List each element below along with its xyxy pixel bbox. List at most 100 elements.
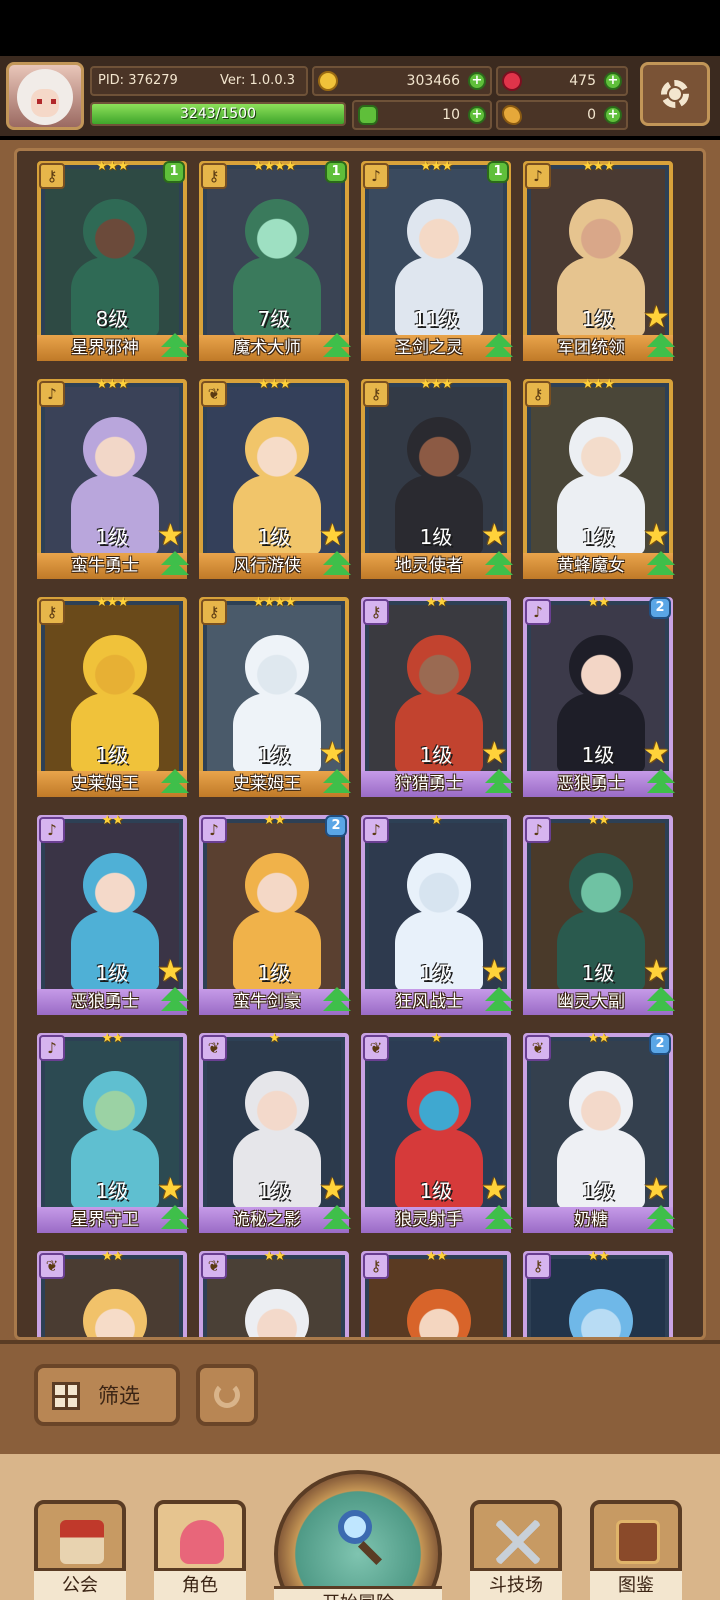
upgrade-arrow-icon[interactable] xyxy=(647,1205,675,1229)
add-bean-button[interactable]: + xyxy=(604,106,622,124)
character-card[interactable]: ⚷ ★★★ 1 8级 星界邪神 xyxy=(37,159,189,361)
character-card[interactable]: ♪ ★ 1级 ★ 狂风战士 xyxy=(361,813,513,1015)
upgrade-arrow-icon[interactable] xyxy=(485,1205,513,1229)
character-name: 蛮牛剑豪 xyxy=(233,992,301,1012)
character-card[interactable]: ❦ ★★ xyxy=(37,1249,187,1337)
nav-guild[interactable]: 公会 xyxy=(34,1500,126,1600)
portrait-head xyxy=(407,1071,471,1135)
character-name: 史莱姆王 xyxy=(233,774,301,794)
character-card[interactable]: ♪ ★★★ 1级 ★ 蛮牛勇士 xyxy=(37,377,189,579)
upgrade-arrow-icon[interactable] xyxy=(323,987,351,1011)
character-level: 1级 xyxy=(95,743,129,767)
bell-icon: ♪ xyxy=(363,163,389,189)
book-icon xyxy=(616,1520,660,1564)
portrait-head xyxy=(569,199,633,263)
portrait-head xyxy=(83,199,147,263)
key-icon: ⚷ xyxy=(363,599,389,625)
character-name: 风行游侠 xyxy=(233,556,301,576)
character-card[interactable]: ♪ ★★ 1级 ★ 星界守卫 xyxy=(37,1031,189,1233)
upgrade-arrow-icon[interactable] xyxy=(323,333,351,357)
rarity-stars: ★ xyxy=(430,813,443,828)
portrait-head xyxy=(407,635,471,699)
upgrade-arrow-icon[interactable] xyxy=(161,551,189,575)
portrait-head xyxy=(83,417,147,481)
add-gem-button[interactable]: + xyxy=(604,72,622,90)
player-avatar[interactable] xyxy=(6,62,84,130)
upgrade-arrow-icon[interactable] xyxy=(647,333,675,357)
character-name: 蛮牛勇士 xyxy=(71,556,139,576)
rarity-stars: ★ xyxy=(268,1031,281,1046)
gold-coin-icon xyxy=(318,71,338,91)
nav-arena-label: 斗技场 xyxy=(470,1568,562,1600)
count-badge: 2 xyxy=(649,1033,671,1055)
upgrade-arrow-icon[interactable] xyxy=(485,987,513,1011)
upgrade-arrow-icon[interactable] xyxy=(161,1205,189,1229)
character-card[interactable]: ♪ ★★★ 1级 ★ 军团统领 xyxy=(523,159,675,361)
character-card[interactable]: ❦ ★★ xyxy=(199,1249,349,1337)
upgrade-arrow-icon[interactable] xyxy=(485,551,513,575)
character-card[interactable]: ♪ ★★ 1级 ★ 幽灵大副 xyxy=(523,813,675,1015)
character-name: 诡秘之影 xyxy=(233,1210,301,1230)
gear-icon-core xyxy=(669,88,681,100)
star-rank-icon: ★ xyxy=(157,518,184,553)
character-card[interactable]: ⚷ ★★★ 1级 ★ 黄蜂魔女 xyxy=(523,377,675,579)
leaf-icon: ❦ xyxy=(525,1035,551,1061)
star-rank-icon: ★ xyxy=(481,736,508,771)
character-card[interactable]: ⚷ ★★ xyxy=(361,1249,511,1337)
key-icon: ⚷ xyxy=(39,599,65,625)
character-card[interactable]: ⚷ ★★★ 1级 史莱姆王 xyxy=(37,595,189,797)
upgrade-arrow-icon[interactable] xyxy=(161,987,189,1011)
character-card[interactable]: ⚷ ★★★★ 1级 ★ 史莱姆王 xyxy=(199,595,351,797)
nav-codex[interactable]: 图鉴 xyxy=(590,1500,682,1600)
character-card[interactable]: ♪ ★★★ 1 11级 圣剑之灵 xyxy=(361,159,513,361)
start-adventure-button[interactable]: 开始冒险 xyxy=(274,1470,442,1600)
character-card[interactable]: ♪ ★★ 2 1级 ★ 恶狼勇士 xyxy=(523,595,675,797)
star-rank-icon: ★ xyxy=(481,954,508,989)
portrait-head xyxy=(245,199,309,263)
card-frame xyxy=(37,597,187,797)
rarity-stars: ★★★ xyxy=(582,159,615,174)
nav-codex-label: 图鉴 xyxy=(590,1568,682,1600)
upgrade-arrow-icon[interactable] xyxy=(323,1205,351,1229)
star-rank-icon: ★ xyxy=(643,954,670,989)
upgrade-arrow-icon[interactable] xyxy=(161,333,189,357)
upgrade-arrow-icon[interactable] xyxy=(323,769,351,793)
character-name: 地灵使者 xyxy=(395,556,463,576)
upgrade-arrow-icon[interactable] xyxy=(647,769,675,793)
portrait-head xyxy=(407,853,471,917)
gold-box: 303466 + xyxy=(312,66,492,96)
nav-arena[interactable]: 斗技场 xyxy=(470,1500,562,1600)
character-card[interactable]: ❦ ★ 1级 ★ 诡秘之影 xyxy=(199,1031,351,1233)
nav-character[interactable]: 角色 xyxy=(154,1500,246,1600)
upgrade-arrow-icon[interactable] xyxy=(161,769,189,793)
upgrade-arrow-icon[interactable] xyxy=(647,551,675,575)
character-card[interactable]: ❦ ★★ 2 1级 ★ 奶糖 xyxy=(523,1031,675,1233)
grid-icon xyxy=(52,1382,80,1410)
character-card[interactable]: ❦ ★ 1级 ★ 狼灵射手 xyxy=(361,1031,513,1233)
character-grid[interactable]: ⚷ ★★★ 1 8级 星界邪神 ⚷ ★★★★ 1 7级 魔术大师 ♪ ★★★ 1 11级 圣剑之灵 ♪ ★★★ 1… xyxy=(14,148,706,1340)
ruby-gem-icon xyxy=(502,71,522,91)
upgrade-arrow-icon[interactable] xyxy=(323,551,351,575)
reset-button[interactable] xyxy=(196,1364,258,1426)
character-card[interactable]: ⚷ ★★ 1级 ★ 狩猎勇士 xyxy=(361,595,513,797)
character-portrait xyxy=(45,1259,179,1337)
upgrade-arrow-icon[interactable] xyxy=(647,987,675,1011)
bottom-nav: 公会 角色 开始冒险 斗技场 图鉴 xyxy=(0,1450,720,1600)
portrait-head xyxy=(83,1071,147,1135)
portrait-head xyxy=(569,853,633,917)
character-card[interactable]: ⚷ ★★★ 1级 ★ 地灵使者 xyxy=(361,377,513,579)
character-card[interactable]: ♪ ★★ 2 1级 蛮牛剑豪 xyxy=(199,813,351,1015)
settings-button[interactable] xyxy=(640,62,710,126)
character-card[interactable]: ❦ ★★★ 1级 ★ 风行游侠 xyxy=(199,377,351,579)
character-card[interactable]: ♪ ★★ 1级 ★ 恶狼勇士 xyxy=(37,813,189,1015)
character-card[interactable]: ⚷ ★★★★ 1 7级 魔术大师 xyxy=(199,159,351,361)
filter-button[interactable]: 筛选 xyxy=(34,1364,180,1426)
rarity-stars: ★★★ xyxy=(96,595,129,610)
upgrade-arrow-icon[interactable] xyxy=(485,769,513,793)
add-clover-button[interactable]: + xyxy=(468,106,486,124)
filter-bar: 筛选 xyxy=(0,1340,720,1450)
character-card[interactable]: ⚷ ★★ xyxy=(523,1249,673,1337)
rarity-stars: ★★ xyxy=(587,595,609,610)
upgrade-arrow-icon[interactable] xyxy=(485,333,513,357)
add-gold-button[interactable]: + xyxy=(468,72,486,90)
